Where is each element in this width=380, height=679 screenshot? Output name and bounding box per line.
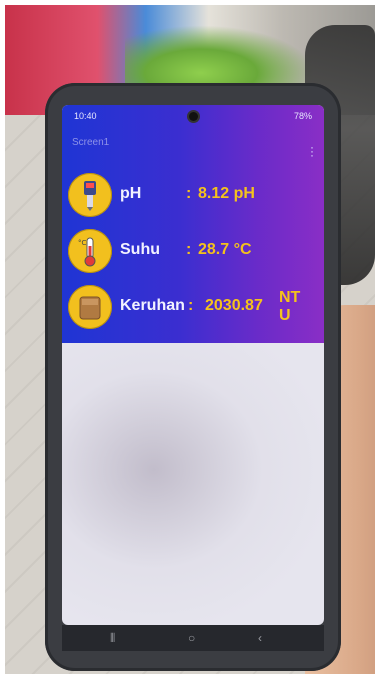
photo: 10:40 78% Screen1 · · · pH: 8.12 pH °C … [5,5,375,674]
ph-value: 8.12 pH [198,185,255,202]
navigation-bar: ⦀ ○ ‹ [62,625,324,651]
recent-apps-button[interactable]: ⦀ [110,631,115,646]
status-battery: 78% [293,111,312,121]
svg-text:°C: °C [78,239,87,247]
app-title: Screen1 [72,137,110,148]
ph-separator: : [186,185,192,202]
back-button[interactable]: ‹ [258,631,262,645]
app-panel: 10:40 78% Screen1 · · · pH: 8.12 pH °C … [62,105,324,343]
reading-row-ph: pH : 8.12 pH [68,173,318,221]
keruhan-value: 2030.87 [205,297,263,314]
ph-meter-icon [68,173,112,217]
ph-label: pH [120,185,142,202]
overflow-menu-icon[interactable]: · · · [310,141,314,161]
status-time: 10:40 [74,111,97,121]
keruhan-unit-line1: NT [279,289,301,306]
reading-row-keruhan: Keruhan : 2030.87 NT U [68,285,318,333]
phone-screen: 10:40 78% Screen1 · · · pH: 8.12 pH °C … [62,105,324,625]
suhu-separator: : [186,241,192,258]
reading-row-suhu: °C Suhu : 28.7 °C [68,229,318,277]
thermometer-icon: °C [68,229,112,273]
camera-hole [189,112,198,121]
keruhan-separator: : [188,297,194,314]
keruhan-label: Keruhan [120,297,185,314]
keruhan-unit-line2: U [279,307,291,324]
screen-reflection [62,343,324,625]
home-button[interactable]: ○ [188,631,195,645]
turbidity-icon [68,285,112,329]
suhu-value: 28.7 °C [198,241,252,258]
phone: 10:40 78% Screen1 · · · pH: 8.12 pH °C … [45,83,341,671]
suhu-label: Suhu [120,241,160,258]
